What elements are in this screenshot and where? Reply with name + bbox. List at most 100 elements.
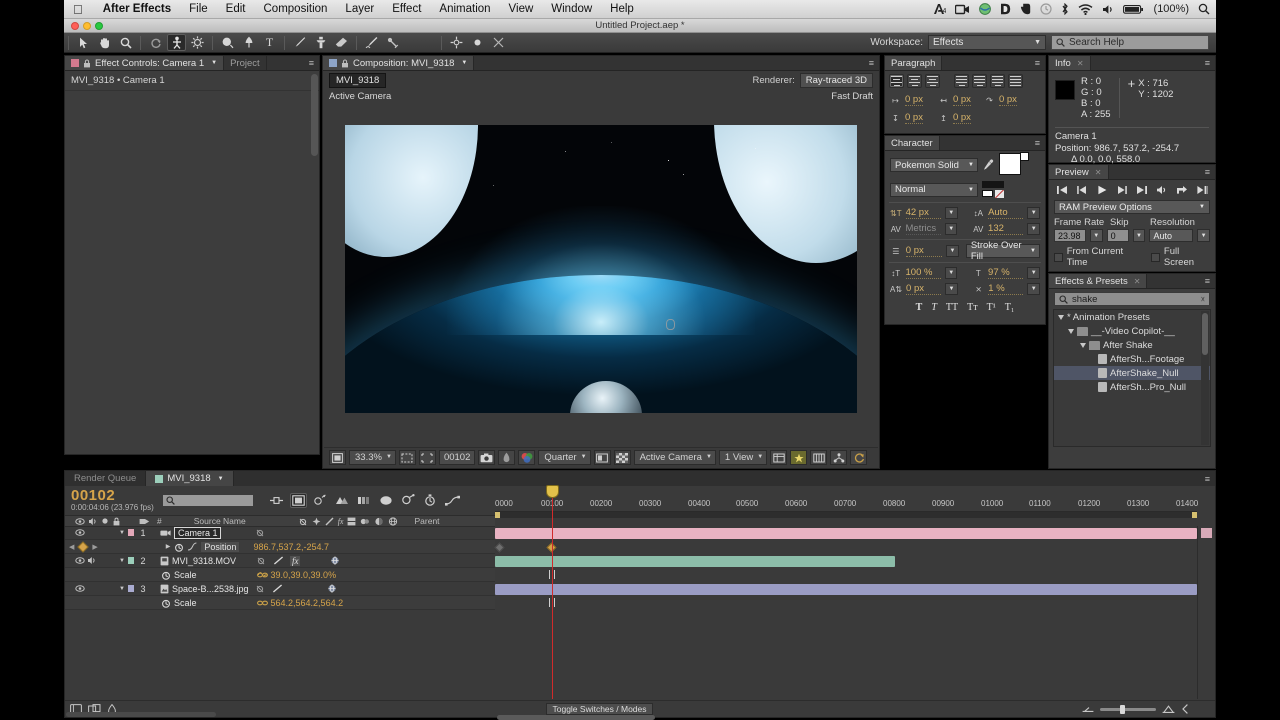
- work-area-start-handle[interactable]: [495, 512, 500, 518]
- tab-composition[interactable]: Composition: MVI_9318 ▼: [323, 56, 474, 70]
- window-horizontal-scrollbar[interactable]: [66, 712, 216, 717]
- graph-icon[interactable]: [187, 542, 197, 551]
- video-toggle-icon[interactable]: [75, 528, 85, 537]
- property-name[interactable]: Scale: [174, 598, 197, 608]
- puppet-pin-tool[interactable]: [383, 34, 402, 51]
- font-size-dropdown-icon[interactable]: ▼: [945, 207, 958, 219]
- layer-marker[interactable]: [1201, 528, 1212, 538]
- previous-frame-button[interactable]: [1074, 183, 1089, 196]
- panel-menu-icon[interactable]: ≡: [1200, 165, 1215, 179]
- audio-toggle-button[interactable]: [1155, 183, 1170, 196]
- skip-dropdown-icon[interactable]: ▼: [1133, 229, 1146, 242]
- tsume-dropdown-icon[interactable]: ▼: [1027, 283, 1040, 295]
- toggle-switches-modes-button[interactable]: Toggle Switches / Modes: [546, 703, 652, 715]
- disclosure-triangle-icon[interactable]: [1058, 315, 1064, 320]
- tree-row-after-shake[interactable]: After Shake: [1054, 338, 1210, 352]
- shy-switch-icon[interactable]: [255, 528, 265, 537]
- layer-duration-bar[interactable]: [495, 584, 1197, 595]
- panel-menu-icon[interactable]: ≡: [1030, 56, 1045, 70]
- horizontal-scale-dropdown-icon[interactable]: ▼: [1027, 267, 1040, 279]
- panel-menu-icon[interactable]: ≡: [1030, 136, 1045, 150]
- clear-search-icon[interactable]: ☓: [1201, 295, 1205, 304]
- disclosure-triangle-icon[interactable]: [1068, 329, 1074, 334]
- region-of-interest-toggle-icon[interactable]: [594, 450, 611, 465]
- bluetooth-icon[interactable]: [1061, 3, 1069, 15]
- timeline-collapse-icon[interactable]: [1181, 704, 1190, 714]
- eraser-tool[interactable]: [332, 34, 351, 51]
- tree-row-aftershake-pro-null[interactable]: AfterSh...Pro_Null: [1054, 380, 1210, 394]
- grid-guides-icon[interactable]: [419, 450, 436, 465]
- alfred-icon[interactable]: 4: [933, 3, 946, 15]
- space-after-field[interactable]: 0 px: [953, 112, 971, 124]
- stopwatch-icon[interactable]: [174, 542, 184, 552]
- pen-tool[interactable]: [239, 34, 258, 51]
- view-layout-select[interactable]: 1 View ▼: [719, 450, 767, 465]
- take-snapshot-icon[interactable]: [478, 450, 495, 465]
- tab-render-queue[interactable]: Render Queue: [65, 471, 146, 486]
- panel-menu-icon[interactable]: ≡: [304, 56, 319, 70]
- property-disclosure-icon[interactable]: ▶: [166, 543, 171, 550]
- baseline-shift-value[interactable]: 0 px: [906, 283, 941, 295]
- layer-label-color[interactable]: [128, 585, 134, 592]
- fast-preview-icon[interactable]: [790, 450, 807, 465]
- apple-icon[interactable]: : [64, 3, 94, 16]
- effects-switch-icon[interactable]: fx: [290, 556, 301, 566]
- full-screen-checkbox[interactable]: [1151, 253, 1160, 262]
- quality-switch-icon[interactable]: [273, 556, 284, 565]
- disclosure-triangle-icon[interactable]: ▼: [119, 558, 125, 564]
- font-style-select[interactable]: Normal ▼: [890, 183, 978, 197]
- horizontal-scale-value[interactable]: 97 %: [988, 267, 1023, 279]
- property-name[interactable]: Position: [201, 542, 239, 552]
- unified-camera-tool[interactable]: [167, 34, 186, 51]
- vertical-scale-value[interactable]: 100 %: [906, 267, 941, 279]
- stopwatch-icon[interactable]: [161, 570, 171, 580]
- tracking-dropdown-icon[interactable]: ▼: [1027, 223, 1040, 235]
- effects-tree-scrollbar[interactable]: [1201, 311, 1209, 445]
- layer-duration-bar[interactable]: [495, 556, 895, 567]
- composition-name[interactable]: MVI_9318: [329, 73, 386, 88]
- wifi-icon[interactable]: [1078, 4, 1093, 15]
- align-right-button[interactable]: [925, 74, 940, 88]
- roto-brush-tool[interactable]: [362, 34, 381, 51]
- composition-viewport[interactable]: [324, 103, 878, 446]
- keyframe-navigator-icon[interactable]: [78, 541, 89, 552]
- timeline-zoom-slider[interactable]: [1100, 708, 1156, 711]
- frame-rate-dropdown-icon[interactable]: ▼: [1090, 229, 1103, 242]
- zoom-out-timeline-icon[interactable]: [1082, 705, 1094, 714]
- next-frame-button[interactable]: [1114, 183, 1129, 196]
- chevron-down-icon[interactable]: ▼: [461, 60, 467, 66]
- font-family-select[interactable]: Pokemon Solid ▼: [890, 158, 978, 172]
- tracking-value[interactable]: 132: [988, 223, 1023, 235]
- next-keyframe-icon[interactable]: ▶: [92, 543, 97, 551]
- graph-editor-timer-icon[interactable]: [422, 493, 439, 508]
- kerning-value[interactable]: Metrics: [906, 223, 941, 235]
- evernote-icon[interactable]: [1020, 3, 1031, 15]
- show-snapshot-icon[interactable]: [498, 450, 515, 465]
- tab-paragraph[interactable]: Paragraph: [885, 56, 942, 70]
- justify-all-button[interactable]: [1008, 74, 1023, 88]
- menu-composition[interactable]: Composition: [255, 0, 337, 19]
- timeline-horizontal-scrollbar[interactable]: [497, 715, 655, 720]
- disclosure-triangle-icon[interactable]: ▼: [119, 530, 125, 536]
- faux-bold-button[interactable]: T: [916, 302, 923, 313]
- screen-record-icon[interactable]: [955, 4, 970, 15]
- frame-rate-input[interactable]: 23.98: [1054, 229, 1086, 242]
- brainstorm-icon[interactable]: [378, 493, 395, 508]
- clock-icon[interactable]: [1040, 3, 1052, 15]
- none-swatch[interactable]: [995, 190, 1004, 198]
- close-icon[interactable]: ✕: [1134, 277, 1141, 286]
- tree-row-animation-presets[interactable]: * Animation Presets: [1054, 310, 1210, 324]
- rotation-tool[interactable]: [146, 34, 165, 51]
- stroke-width-value[interactable]: 0 px: [906, 245, 942, 257]
- video-toggle-icon[interactable]: [75, 584, 85, 593]
- shape-tool[interactable]: [218, 34, 237, 51]
- clone-stamp-tool[interactable]: [311, 34, 330, 51]
- menu-file[interactable]: File: [180, 0, 217, 19]
- transparency-grid-icon[interactable]: [614, 450, 631, 465]
- ram-preview-button[interactable]: [1175, 183, 1190, 196]
- no-fill-swatch[interactable]: [1020, 152, 1029, 161]
- tab-project[interactable]: Project: [224, 56, 267, 70]
- close-icon[interactable]: ✕: [1095, 168, 1102, 177]
- devonthink-icon[interactable]: [1000, 3, 1011, 15]
- indent-left-field[interactable]: 0 px: [905, 94, 923, 106]
